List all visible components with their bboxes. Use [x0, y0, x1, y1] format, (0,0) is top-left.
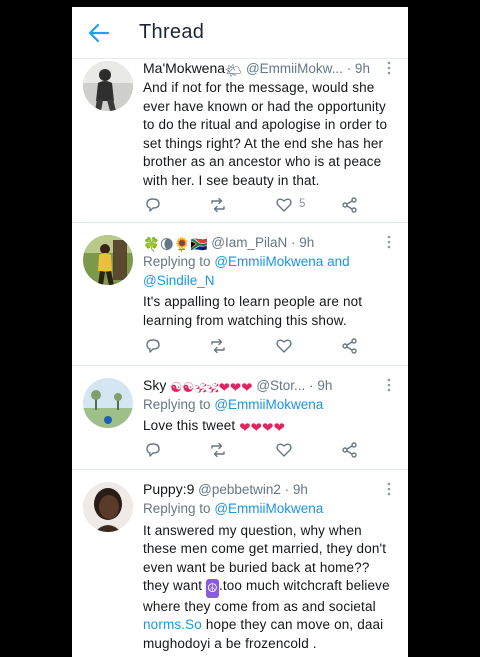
retweet-icon[interactable]	[209, 196, 227, 214]
share-icon[interactable]	[341, 441, 359, 459]
timestamp: · 9h	[309, 378, 333, 393]
tweet-text: And if not for the message, would she ev…	[143, 80, 388, 188]
status-bar	[72, 0, 408, 7]
mention-link[interactable]: @Sindile_N	[143, 273, 215, 288]
like-heart-icon[interactable]	[275, 196, 293, 214]
display-name[interactable]: Ma'Mokwena	[143, 60, 225, 76]
retweet-icon[interactable]	[209, 441, 227, 459]
landscape-photo-icon	[83, 378, 133, 428]
reply-icon[interactable]	[144, 196, 162, 214]
tweet[interactable]: Ma'Mokwena🌤 @EmmiiMokw... · 9h And if no…	[72, 59, 408, 223]
sun-behind-cloud-icon: 🌤	[225, 63, 243, 78]
replying-to-label: Replying to	[143, 254, 211, 269]
tweet-meta: Ma'Mokwena🌤 @EmmiiMokw... · 9h	[143, 59, 394, 78]
tweet-text: Love this tweet ❤❤❤❤	[143, 417, 394, 438]
timestamp: · 9h	[346, 61, 370, 76]
display-name[interactable]: Sky	[143, 377, 166, 393]
tweet[interactable]: Puppy:9 @pebbetwin2 · 9h Replying to @Em…	[72, 470, 408, 657]
avatar[interactable]	[83, 378, 133, 428]
page-title: Thread	[139, 21, 205, 43]
and-link[interactable]: and	[327, 254, 350, 269]
more-options-icon[interactable]	[384, 235, 394, 249]
reply-icon[interactable]	[144, 441, 162, 459]
like-count: 5	[299, 198, 306, 210]
tweet-actions: 5	[143, 196, 373, 214]
name-emojis: 🍀🌘🌻🇿🇦	[143, 237, 208, 252]
tweet-meta: Puppy:9 @pebbetwin2 · 9h	[143, 480, 394, 499]
reply-icon[interactable]	[144, 337, 162, 355]
person-photo-icon	[83, 482, 133, 532]
avatar[interactable]	[83, 482, 133, 532]
back-arrow-icon[interactable]	[88, 22, 110, 44]
avatar[interactable]	[83, 235, 133, 285]
tweet-meta: 🍀🌘🌻🇿🇦 @Iam_PilaN · 9h	[143, 233, 394, 252]
share-icon[interactable]	[341, 337, 359, 355]
timestamp: · 9h	[291, 235, 315, 250]
tweet[interactable]: Sky ☯☯🕉🕉❤❤❤ @Stor... · 9h Replying to @E…	[72, 366, 408, 470]
mention-link[interactable]: @EmmiiMokwena	[214, 501, 323, 516]
retweet-icon[interactable]	[209, 337, 227, 355]
top-app-bar: Thread	[72, 7, 408, 59]
tweet-text: It answered my question, why when these …	[143, 522, 394, 654]
mention-link[interactable]: @EmmiiMokwena	[214, 254, 323, 269]
display-name[interactable]: Puppy:9	[143, 481, 194, 497]
tweet-meta: Sky ☯☯🕉🕉❤❤❤ @Stor... · 9h	[143, 376, 394, 395]
inline-link[interactable]: norms.So	[143, 617, 202, 632]
replying-to: Replying to @EmmiiMokwena	[143, 396, 394, 415]
replying-to: Replying to @EmmiiMokwena	[143, 500, 394, 519]
replying-to: Replying to @EmmiiMokwena and @Sindile_N	[143, 253, 394, 290]
person-photo-icon	[83, 61, 133, 111]
more-options-icon[interactable]	[384, 61, 394, 75]
avatar[interactable]	[83, 61, 133, 111]
share-icon[interactable]	[341, 196, 359, 214]
tweet-actions	[143, 337, 373, 355]
replying-to-label: Replying to	[143, 397, 211, 412]
tweet[interactable]: 🍀🌘🌻🇿🇦 @Iam_PilaN · 9h Replying to @Emmii…	[72, 223, 408, 366]
like-heart-icon[interactable]	[275, 441, 293, 459]
peace-symbol-icon: ☮	[206, 579, 219, 598]
more-options-icon[interactable]	[384, 482, 394, 496]
more-options-icon[interactable]	[384, 378, 394, 392]
tweet-text-content: Love this tweet	[143, 417, 236, 433]
timestamp: · 9h	[284, 482, 308, 497]
handle[interactable]: @Iam_PilaN	[211, 235, 287, 250]
name-emojis: ☯☯🕉🕉❤❤❤	[170, 380, 253, 395]
thread-screen: Thread Ma'Mokwena🌤 @EmmiiMokw... · 9h An…	[72, 7, 408, 657]
tweet-text: It's appalling to learn people are not l…	[143, 294, 363, 328]
mention-link[interactable]: @EmmiiMokwena	[214, 397, 323, 412]
handle[interactable]: @Stor...	[256, 378, 305, 393]
red-hearts-icon: ❤❤❤❤	[239, 419, 286, 435]
tweet-actions	[143, 441, 373, 459]
replying-to-label: Replying to	[143, 501, 211, 516]
handle[interactable]: @EmmiiMokw...	[246, 61, 343, 76]
person-photo-icon	[83, 235, 133, 285]
handle[interactable]: @pebbetwin2	[198, 482, 281, 497]
like-heart-icon[interactable]	[275, 337, 293, 355]
